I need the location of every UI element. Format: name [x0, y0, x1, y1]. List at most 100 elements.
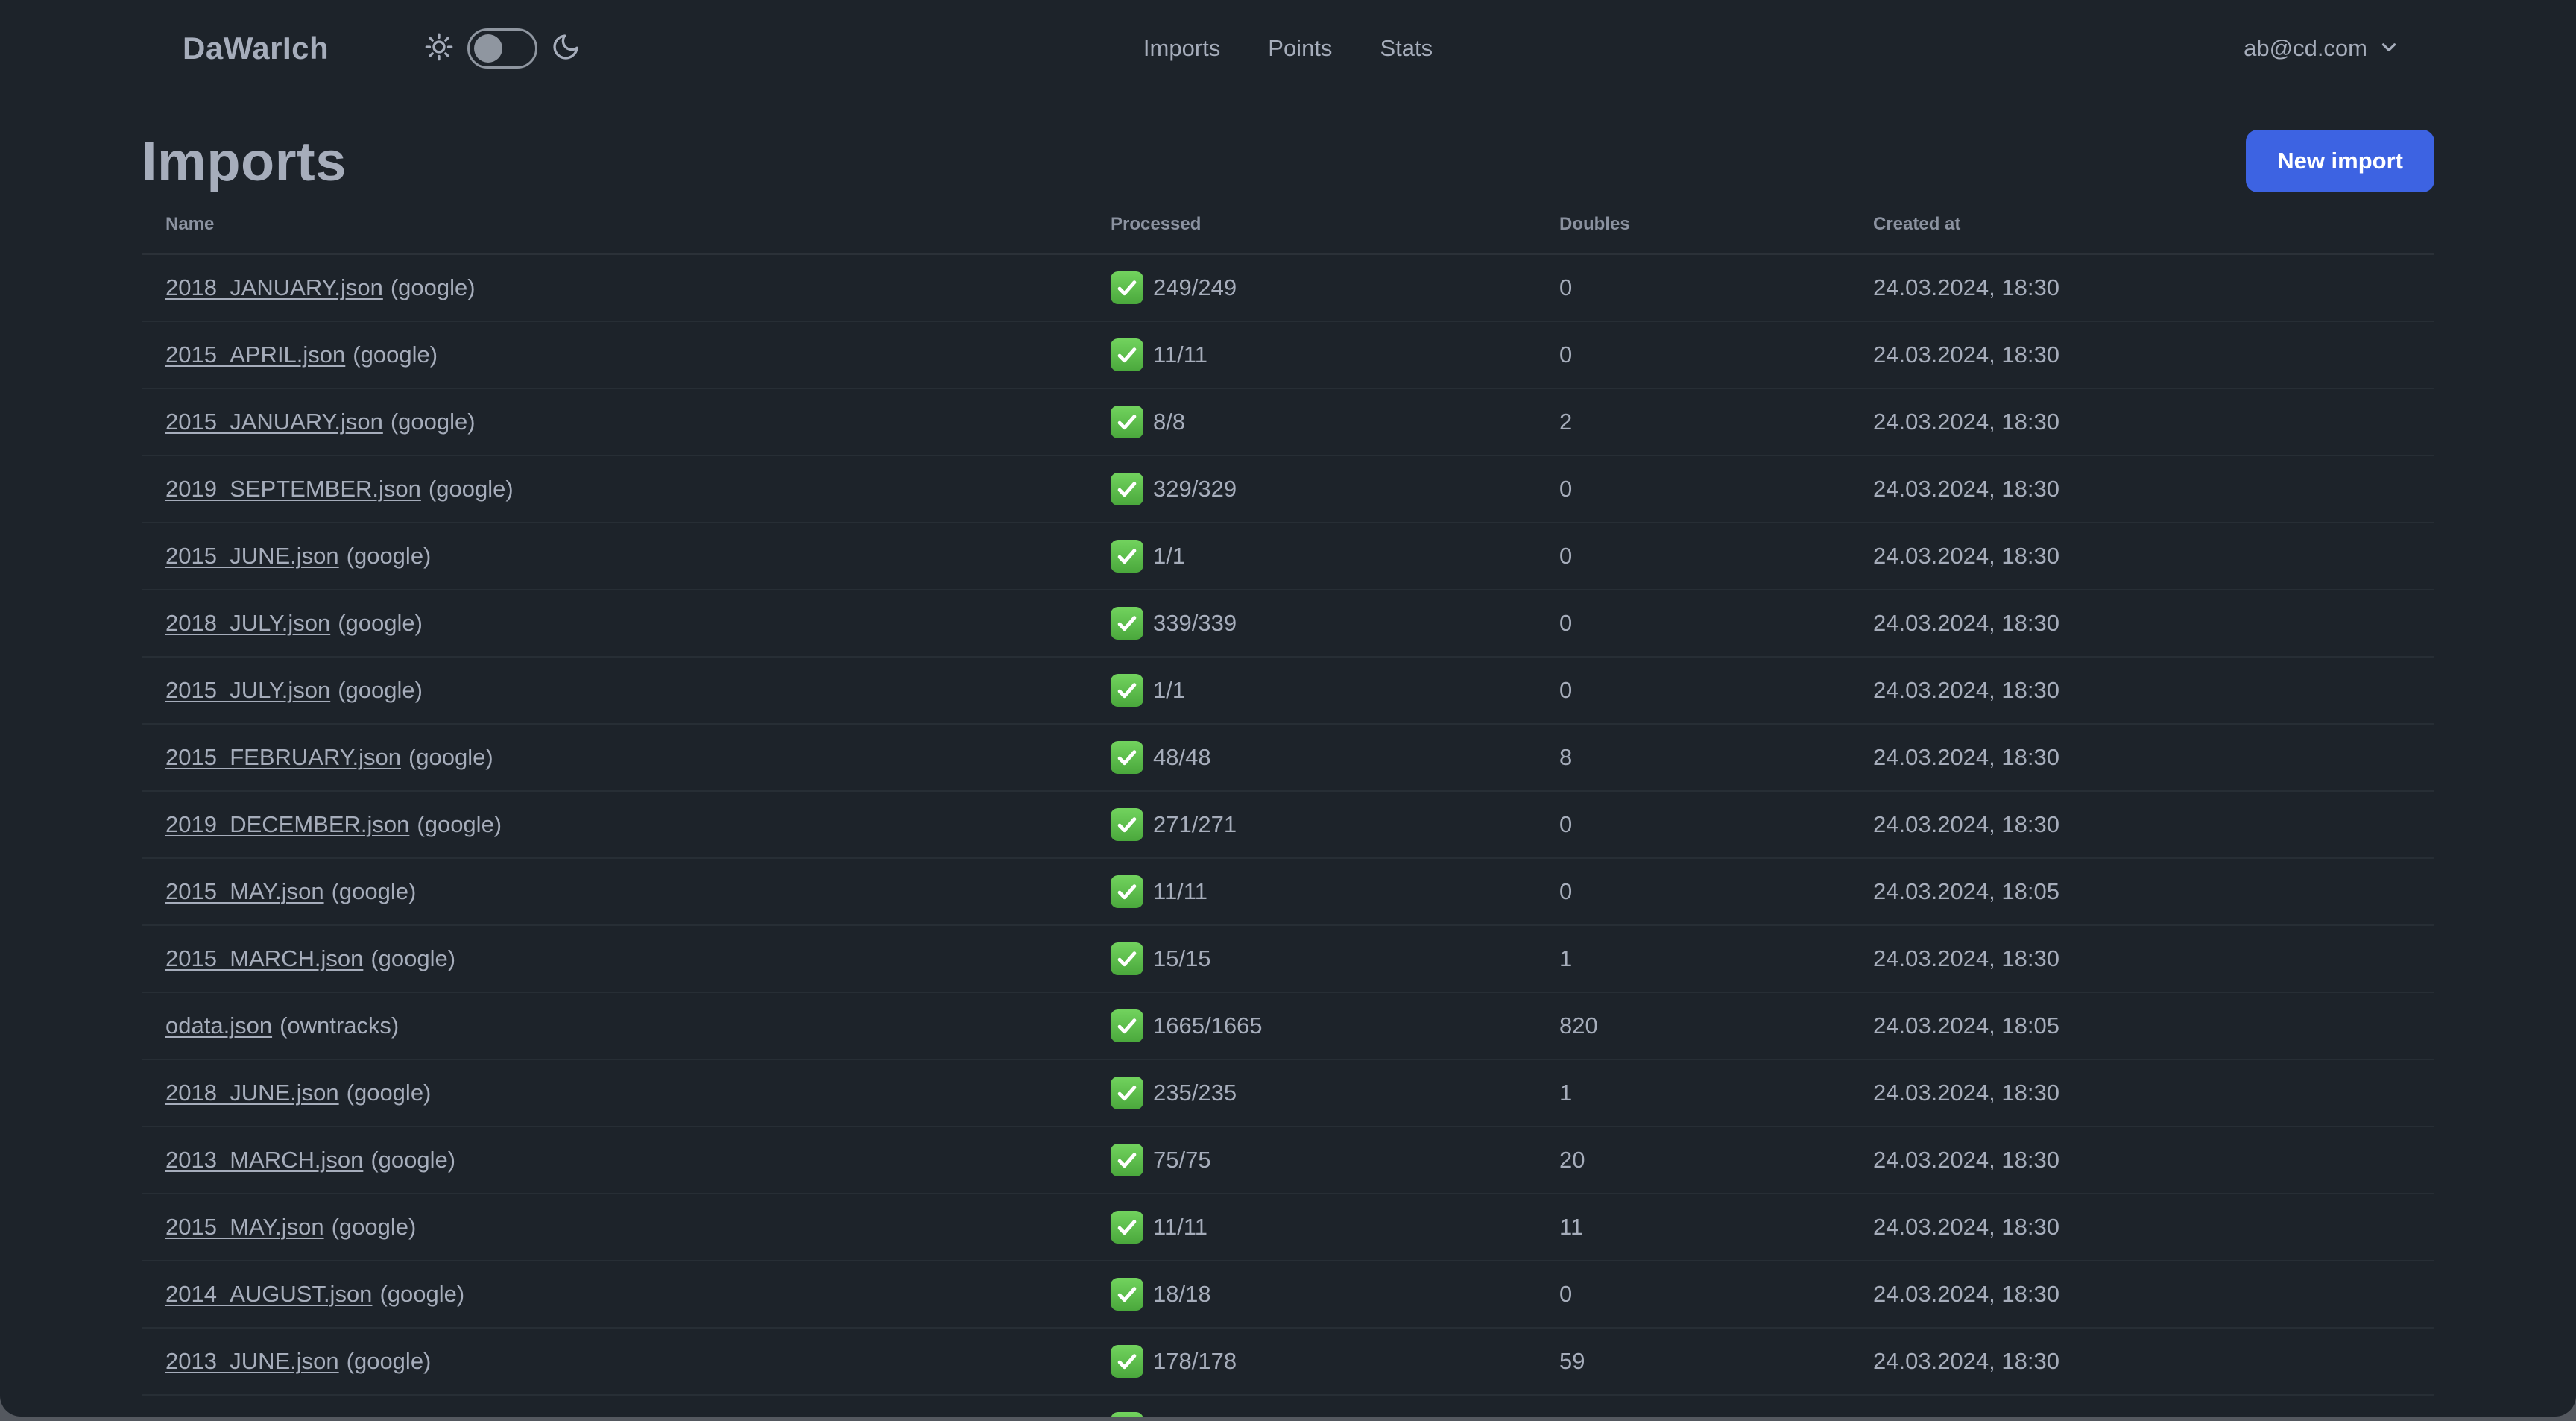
name-cell: 2015_APRIL.json (google) [165, 341, 1111, 368]
column-header-created-at: Created at [1873, 214, 1961, 234]
processed-cell: 249/249 [1111, 271, 1559, 304]
nav-item-points[interactable]: Points [1268, 35, 1332, 62]
theme-toggle-knob [474, 34, 503, 63]
doubles-count: 0 [1559, 610, 1573, 636]
table-row: 2015_APRIL.json (google) 11/11 0 24.03.20… [142, 322, 2434, 389]
processed-cell [1111, 1412, 1559, 1417]
table-body: 2018_JANUARY.json (google) 249/249 0 24.0… [142, 255, 2434, 1417]
doubles-count: 59 [1559, 1348, 1585, 1374]
processed-count: 11/11 [1153, 341, 1208, 368]
name-cell: 2019_DECEMBER.json (google) [165, 811, 1111, 838]
doubles-count: 1 [1559, 1080, 1573, 1106]
processed-count: 1665/1665 [1153, 1012, 1263, 1039]
nav-item-imports[interactable]: Imports [1143, 35, 1220, 62]
import-source-label: (owntracks) [280, 1012, 400, 1039]
nav-item-stats[interactable]: Stats [1380, 35, 1433, 62]
processed-count: 11/11 [1153, 878, 1208, 904]
processed-cell: 11/11 [1111, 875, 1559, 908]
import-file-link[interactable]: 2013_JUNE.json [165, 1348, 339, 1374]
name-cell: 2015_MARCH.json (google) [165, 945, 1111, 972]
processed-cell: 1665/1665 [1111, 1009, 1559, 1042]
check-icon [1111, 1412, 1143, 1417]
table-row: 2015_JANUARY.json (google) 8/8 2 24.03.20… [142, 389, 2434, 456]
processed-cell: 339/339 [1111, 607, 1559, 640]
sun-icon [424, 32, 454, 66]
import-file-link[interactable]: 2015_MAY.json [165, 878, 324, 904]
import-file-link[interactable]: 2015_FEBRUARY.json [165, 744, 401, 770]
name-cell: 2018_JANUARY.json (google) [165, 274, 1111, 301]
imports-table: Name Processed Doubles Created at 2018_J… [142, 195, 2434, 1417]
import-source-label: (google) [408, 744, 493, 770]
import-source-label: (google) [331, 878, 417, 904]
main-nav: Imports Points Stats [1143, 35, 1433, 62]
name-cell: 2019_SEPTEMBER.json (google) [165, 476, 1111, 502]
import-file-link[interactable]: 2014_AUGUST.json [165, 1281, 372, 1307]
table-row: 2015_MAY.json (google) 11/11 0 24.03.2024… [142, 859, 2434, 926]
name-cell: 2015_JANUARY.json (google) [165, 409, 1111, 435]
name-cell: 2015_JUNE.json (google) [165, 543, 1111, 570]
import-source-label: (google) [346, 1348, 432, 1374]
chevron-down-icon [2378, 36, 2400, 62]
import-file-link[interactable]: 2013_MARCH.json [165, 1147, 363, 1173]
navbar-left: DaWarIch [0, 28, 581, 69]
account-menu[interactable]: ab@cd.com [2244, 35, 2400, 62]
processed-count: 18/18 [1153, 1281, 1211, 1307]
navbar: DaWarIch Imports Points Stats ab@cd.com [0, 0, 2576, 97]
table-row: 2018_JANUARY.json (google) 249/249 0 24.0… [142, 255, 2434, 322]
table-header-row: Name Processed Doubles Created at [142, 195, 2434, 255]
processed-count: 8/8 [1153, 409, 1186, 435]
doubles-count: 0 [1559, 811, 1573, 837]
app-logo[interactable]: DaWarIch [183, 31, 329, 66]
new-import-button[interactable]: New import [2246, 130, 2434, 192]
import-source-label: (google) [390, 274, 476, 300]
check-icon [1111, 1211, 1143, 1244]
check-icon [1111, 540, 1143, 573]
import-file-link[interactable]: 2019_DECEMBER.json [165, 811, 409, 837]
table-row: 2014_AUGUST.json (google) 18/18 0 24.03.2… [142, 1261, 2434, 1329]
created-at: 24.03.2024, 18:30 [1873, 1147, 2059, 1173]
processed-count: 15/15 [1153, 945, 1211, 971]
name-cell: 2015_MAY.json (google) [165, 1214, 1111, 1241]
import-file-link[interactable]: 2018_JULY.json [165, 610, 330, 636]
import-source-label: (google) [331, 1214, 417, 1240]
created-at: 24.03.2024, 18:30 [1873, 409, 2059, 435]
processed-cell: 329/329 [1111, 473, 1559, 505]
check-icon [1111, 1009, 1143, 1042]
name-cell [165, 1415, 1111, 1417]
check-icon [1111, 1345, 1143, 1378]
doubles-count: 0 [1559, 677, 1573, 703]
theme-toggle[interactable] [467, 28, 538, 69]
doubles-count: 0 [1559, 274, 1573, 300]
table-row: 2013_JUNE.json (google) 178/178 59 24.03.… [142, 1329, 2434, 1396]
doubles-count: 0 [1559, 341, 1573, 368]
import-file-link[interactable]: 2018_JANUARY.json [165, 274, 383, 300]
check-icon [1111, 1144, 1143, 1176]
import-file-link[interactable]: 2015_JANUARY.json [165, 409, 383, 435]
import-source-label: (google) [379, 1281, 465, 1307]
created-at: 24.03.2024, 18:30 [1873, 1281, 2059, 1307]
name-cell: odata.json (owntracks) [165, 1012, 1111, 1039]
import-source-label: (google) [390, 409, 476, 435]
processed-cell: 1/1 [1111, 674, 1559, 707]
table-row: 2015_MARCH.json (google) 15/15 1 24.03.20… [142, 926, 2434, 993]
import-file-link[interactable]: 2019_SEPTEMBER.json [165, 476, 421, 502]
import-file-link[interactable]: 2015_MARCH.json [165, 945, 363, 971]
table-row [142, 1396, 2434, 1417]
created-at: 24.03.2024, 18:30 [1873, 476, 2059, 502]
check-icon [1111, 607, 1143, 640]
import-file-link[interactable]: 2015_JUNE.json [165, 543, 339, 569]
column-header-processed: Processed [1111, 214, 1202, 234]
import-file-link[interactable]: 2018_JUNE.json [165, 1080, 339, 1106]
table-row: odata.json (owntracks) 1665/1665 820 24.0… [142, 993, 2434, 1060]
created-at: 24.03.2024, 18:05 [1873, 1012, 2059, 1039]
import-file-link[interactable]: odata.json [165, 1012, 272, 1039]
doubles-count: 0 [1559, 543, 1573, 569]
import-file-link[interactable]: 2015_APRIL.json [165, 341, 345, 368]
created-at: 24.03.2024, 18:30 [1873, 677, 2059, 703]
processed-cell: 235/235 [1111, 1077, 1559, 1109]
table-row: 2018_JUNE.json (google) 235/235 1 24.03.2… [142, 1060, 2434, 1127]
import-file-link[interactable]: 2015_MAY.json [165, 1214, 324, 1240]
doubles-count: 2 [1559, 409, 1573, 435]
column-header-doubles: Doubles [1559, 214, 1630, 234]
import-file-link[interactable]: 2015_JULY.json [165, 677, 330, 703]
